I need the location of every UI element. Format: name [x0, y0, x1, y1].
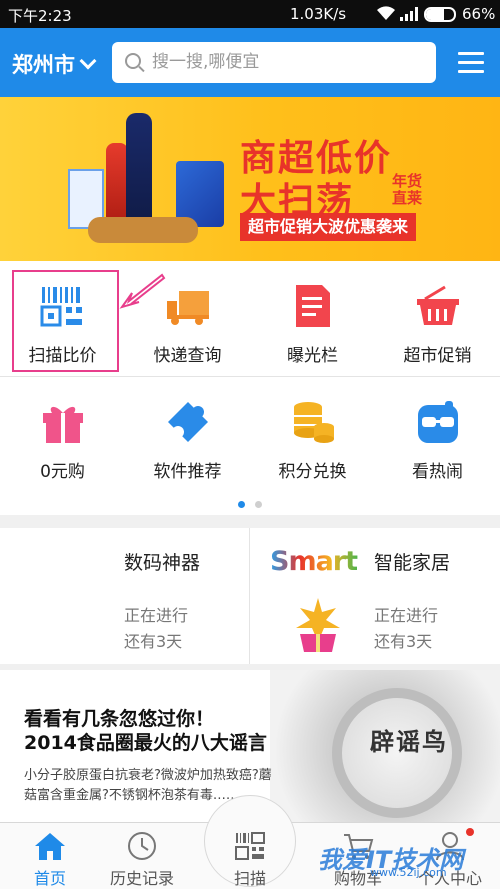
- city-selector[interactable]: 郑州市: [12, 49, 97, 79]
- smart-logo-image: Smart: [270, 546, 360, 656]
- chevron-down-icon: [79, 52, 97, 70]
- event-status: 正在进行: [124, 606, 189, 625]
- status-time: 下午2:23: [8, 7, 72, 25]
- feature-label: 看热闹: [412, 462, 463, 482]
- gift-burst-icon: [296, 598, 340, 652]
- page-dot-active: [238, 501, 245, 508]
- coin-stack-icon: [294, 402, 334, 443]
- network-speed: 1.03K/s: [290, 5, 347, 23]
- battery-percent: 66%: [462, 5, 496, 23]
- page-indicator: [0, 501, 500, 508]
- watermark-url: www.52ij.com: [370, 866, 447, 879]
- search-box[interactable]: [112, 42, 436, 83]
- article-headline-1: 看看有几条忽悠过你！: [24, 708, 215, 730]
- event-title: 数码神器: [124, 552, 201, 574]
- hamburger-menu-icon[interactable]: [458, 52, 484, 74]
- feature-label: 超市促销: [403, 346, 472, 366]
- signal-icon: [400, 7, 418, 21]
- tab-label: 首页: [33, 869, 66, 888]
- event-remaining: 还有3天: [374, 632, 433, 651]
- feature-label: 0元购: [40, 462, 85, 482]
- tab-home[interactable]: 首页: [0, 823, 100, 889]
- article-headline-2: 2014食品圈最火的八大谣言: [24, 732, 267, 754]
- tab-history[interactable]: 历史记录: [92, 823, 192, 889]
- shopping-basket-icon: [417, 285, 459, 325]
- page-dot: [255, 501, 262, 508]
- qr-scan-icon: [235, 832, 265, 860]
- feature-software-recommend[interactable]: 软件推荐: [125, 377, 250, 493]
- feature-label: 曝光栏: [287, 346, 338, 366]
- search-icon: [125, 53, 141, 69]
- event-title: 智能家居: [374, 552, 451, 574]
- notification-dot: [466, 828, 474, 836]
- tab-scan[interactable]: 扫描: [200, 823, 300, 889]
- promo-banner[interactable]: 商超低价 大扫荡 年货直莱 超市促销大波优惠袭来: [0, 97, 500, 261]
- search-input[interactable]: [152, 47, 422, 77]
- feature-points-exchange[interactable]: 积分兑换: [250, 377, 375, 493]
- app-header: 郑州市: [0, 28, 500, 97]
- event-card-smart-home[interactable]: Smart 智能家居 正在进行 还有3天: [250, 528, 500, 664]
- feature-label: 快递查询: [153, 346, 222, 366]
- puzzle-piece-icon: [168, 402, 208, 442]
- feature-grid: 扫描比价 快递查询 曝光栏 超市促销 0元购 软件推荐 积分兑换 看热闹: [0, 261, 500, 515]
- document-icon: [296, 285, 330, 327]
- article-image-text: 辟谣鸟: [370, 728, 448, 756]
- delivery-truck-icon: [167, 291, 209, 325]
- banner-promo-text: 超市促销大波优惠袭来: [240, 213, 417, 241]
- pointer-arrow-icon: [119, 273, 166, 309]
- events-section: 数码神器 正在进行 还有3天 Smart 智能家居 正在进行 还有3天: [0, 528, 500, 664]
- banner-products-image: [68, 107, 228, 247]
- feature-zero-buy[interactable]: 0元购: [0, 377, 125, 493]
- city-name: 郑州市: [12, 53, 75, 77]
- feature-exposure-board[interactable]: 曝光栏: [250, 261, 375, 377]
- feature-label: 积分兑换: [278, 462, 347, 482]
- battery-icon: [424, 7, 456, 22]
- event-remaining: 还有3天: [124, 632, 183, 651]
- tab-label: 扫描: [233, 869, 266, 888]
- feature-watch-fun[interactable]: 看热闹: [375, 377, 500, 493]
- feature-supermarket-promo[interactable]: 超市促销: [375, 261, 500, 377]
- banner-tag: 年货直莱: [392, 172, 423, 207]
- gift-box-icon: [43, 406, 83, 443]
- scan-highlight-frame: [12, 270, 119, 372]
- feature-label: 软件推荐: [153, 462, 222, 482]
- status-bar: 下午2:23 1.03K/s 66%: [0, 0, 500, 28]
- article-image: 辟谣鸟: [270, 670, 500, 822]
- glasses-face-icon: [418, 401, 458, 443]
- clock-icon: [128, 832, 156, 860]
- smart-logo-text: Smart: [270, 546, 360, 577]
- home-icon: [35, 833, 65, 860]
- event-status: 正在进行: [374, 606, 439, 625]
- wifi-icon: [377, 6, 395, 21]
- event-card-digital[interactable]: 数码神器 正在进行 还有3天: [0, 528, 250, 664]
- tab-label: 历史记录: [109, 869, 174, 888]
